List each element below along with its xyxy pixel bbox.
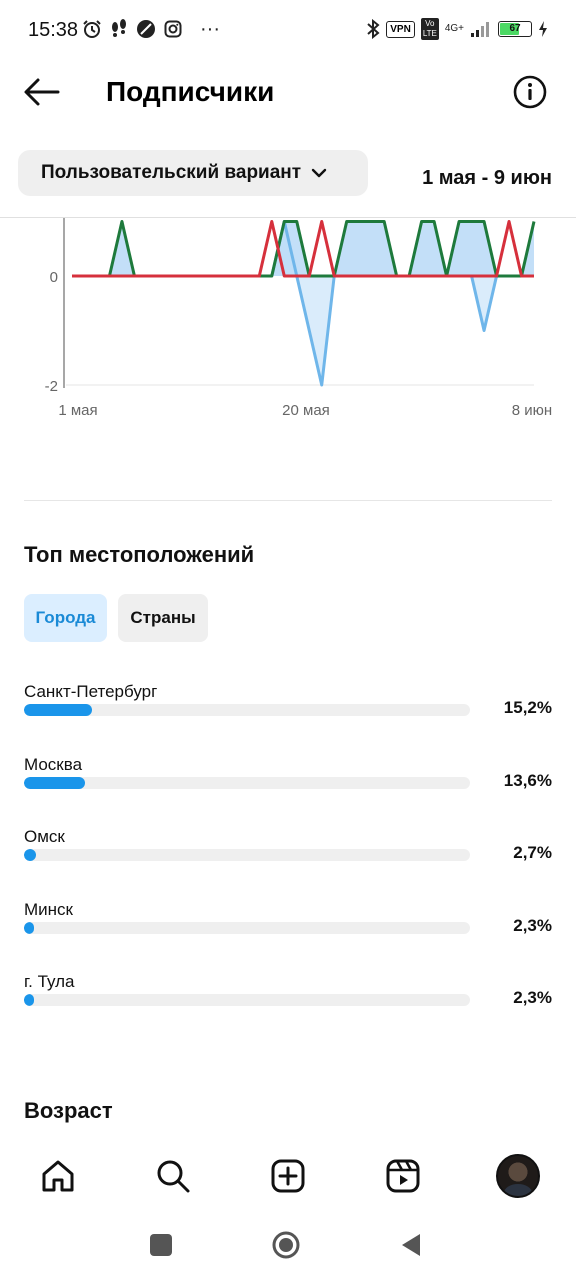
chart-x-tick-label: 20 мая: [282, 402, 330, 419]
home-circle-icon[interactable]: [271, 1230, 301, 1260]
chevron-down-icon: [311, 168, 327, 178]
nav-search[interactable]: [151, 1154, 195, 1198]
signal-icon: [471, 22, 489, 37]
filter-row: Пользовательский вариант 1 мая - 9 июн: [0, 140, 576, 218]
status-time: 15:38: [28, 19, 79, 41]
chart-svg: 0 -21 мая 20 мая 8 июн: [45, 218, 552, 419]
info-circle-icon[interactable]: [512, 74, 548, 110]
vpn-badge: VPN: [386, 20, 415, 38]
chart-y-tick-label: -2: [45, 378, 58, 395]
top-locations-title: Топ местоположений: [24, 542, 255, 567]
bottom-nav: [0, 1140, 576, 1212]
list-item: Санкт-Петербург 15,2%: [24, 682, 552, 742]
list-item: г. Тула 2,3%: [24, 972, 552, 1032]
status-bar: 15:38 ··· VPN Vo LTE 4G+ 67: [0, 0, 576, 62]
arrow-left-icon[interactable]: [22, 74, 62, 110]
chart-x-tick-label: 8 июн: [512, 402, 552, 419]
location-percent: 2,3%: [513, 916, 552, 935]
progress-track: [24, 922, 470, 934]
network-type: 4G+: [444, 23, 464, 34]
progress-fill: [24, 994, 35, 1006]
back-triangle-icon[interactable]: [396, 1230, 426, 1260]
location-percent: 13,6%: [503, 771, 552, 790]
nav-profile[interactable]: [496, 1154, 540, 1198]
age-section-title: Возраст: [24, 1098, 113, 1123]
leaf-icon: [137, 20, 155, 38]
list-item: Минск 2,3%: [24, 900, 552, 960]
tab-countries[interactable]: Страны: [118, 594, 208, 642]
location-name: г. Тула: [24, 972, 75, 991]
date-filter-dropdown[interactable]: Пользовательский вариант: [18, 150, 368, 196]
create-post-icon: [271, 1159, 305, 1193]
location-name: Москва: [24, 755, 83, 774]
progress-track: [24, 777, 470, 789]
list-item: Москва 13,6%: [24, 755, 552, 815]
nav-home[interactable]: [36, 1154, 80, 1198]
progress-fill: [24, 777, 85, 789]
location-percent: 15,2%: [503, 698, 552, 717]
progress-fill: [24, 849, 37, 861]
section-divider: [24, 500, 552, 501]
recent-apps-icon[interactable]: [146, 1230, 176, 1260]
header: Подписчики: [0, 62, 576, 122]
charging-icon: [539, 21, 547, 37]
progress-track: [24, 849, 470, 861]
volte-badge: Vo LTE: [420, 18, 439, 40]
more-dots-icon: ···: [200, 18, 220, 40]
progress-fill: [24, 922, 35, 934]
search-icon: [157, 1160, 190, 1193]
battery-level: 67: [509, 23, 521, 34]
location-percent: 2,7%: [513, 843, 552, 862]
avatar-silhouette: [504, 1184, 532, 1196]
profile-avatar: [496, 1154, 540, 1198]
progress-fill: [24, 704, 92, 716]
tab-cities[interactable]: Города: [24, 594, 107, 642]
followers-chart: 0 -2 1 мая 20 мая 8 июн: [0, 218, 576, 428]
list-item: Омск 2,7%: [24, 827, 552, 887]
page-title: Подписчики: [106, 76, 275, 107]
chart-x-tick-label: 1 мая: [58, 402, 97, 419]
location-name: Санкт-Петербург: [24, 682, 158, 701]
system-nav-bar: [0, 1212, 576, 1280]
battery-icon: 67: [498, 21, 532, 37]
dropdown-label: Пользовательский вариант: [41, 162, 302, 183]
location-percent: 2,3%: [513, 988, 552, 1007]
location-name: Минск: [24, 900, 73, 919]
nav-reels[interactable]: [381, 1154, 425, 1198]
progress-track: [24, 704, 470, 716]
progress-track: [24, 994, 470, 1006]
bluetooth-icon: [367, 19, 380, 39]
location-name: Омск: [24, 827, 65, 846]
nav-create[interactable]: [266, 1154, 310, 1198]
instagram-icon: [164, 20, 182, 38]
date-range-label: 1 мая - 9 июн: [422, 167, 552, 189]
alarm-icon: [83, 20, 101, 38]
home-icon: [42, 1160, 74, 1192]
footsteps-icon: [112, 19, 126, 37]
status-icons-right: VPN Vo LTE 4G+ 67: [366, 18, 548, 40]
chart-y-tick-label: 0: [50, 269, 58, 286]
status-icons-left: ···: [82, 18, 220, 40]
reels-icon: [386, 1159, 420, 1193]
